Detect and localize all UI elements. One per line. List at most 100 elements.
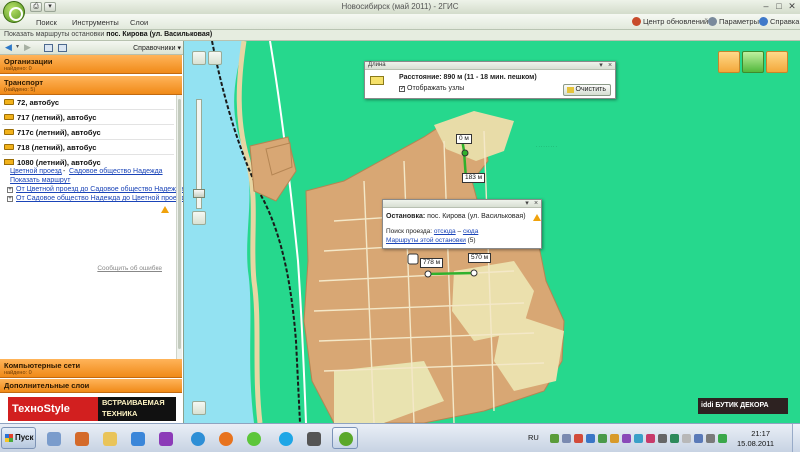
list-item[interactable]: 717 (летний), автобус (2, 110, 174, 125)
tray-icon[interactable] (646, 434, 655, 443)
to-here-link[interactable]: сюда (463, 228, 478, 235)
save-panel-icon[interactable] (58, 44, 67, 52)
help-label: Справка (770, 17, 800, 26)
tray-icon[interactable] (622, 434, 631, 443)
globe-icon (191, 432, 205, 446)
forward-arrow-icon[interactable]: ▶ (22, 43, 33, 53)
clock-date[interactable]: 15.08.2011 (737, 439, 774, 448)
map-view[interactable]: · · · · · · · · · 0 м 183 м 778 м 570 м … (184, 41, 800, 423)
stop-title-label: Остановка: (386, 213, 426, 220)
taskbar-firefox[interactable] (212, 427, 238, 449)
taskbar-explorer[interactable] (40, 427, 66, 449)
zoom-slider-thumb[interactable] (193, 189, 205, 198)
from-here-link[interactable]: отсюда (434, 228, 456, 235)
zoom-out-icon[interactable] (192, 211, 206, 225)
warning-icon[interactable] (161, 206, 169, 213)
taskbar-icq[interactable] (240, 427, 266, 449)
map-advertisement[interactable]: iddi БУТИК ДЕКОРА (698, 398, 788, 414)
route-to-link[interactable]: Садовое общество Надежда (69, 168, 163, 175)
clear-label: Очистить (575, 86, 606, 93)
taskbar: Пуск RU 21:17 15.08.2011 (0, 423, 800, 452)
menu-tools[interactable]: Инструменты (72, 18, 119, 27)
list-item[interactable]: 717с (летний), автобус (2, 125, 174, 140)
taskbar-app4[interactable] (124, 427, 150, 449)
flag-icon[interactable] (706, 434, 715, 443)
section-computer-networks[interactable]: Компьютерные сети найдено: 0 (0, 359, 182, 378)
clock-time[interactable]: 21:17 (751, 429, 770, 438)
pan-right-icon[interactable] (208, 51, 222, 65)
list-item[interactable]: 718 (летний), автобус (2, 140, 174, 155)
section-extra-layers[interactable]: Дополнительные слои (0, 379, 182, 393)
updates-center-button[interactable]: Центр обновлений (632, 17, 708, 26)
parameters-button[interactable]: Параметры (708, 17, 759, 26)
close-icon[interactable]: × (606, 62, 614, 70)
help-button[interactable]: Справка (759, 17, 799, 26)
app-logo-icon[interactable] (3, 1, 25, 23)
tray-icon[interactable] (610, 434, 619, 443)
warning-icon[interactable] (533, 214, 541, 221)
taskbar-app10[interactable] (300, 427, 326, 449)
tray-icon[interactable] (586, 434, 595, 443)
taskbar-skype[interactable] (272, 427, 298, 449)
pan-left-icon[interactable] (192, 51, 206, 65)
route-label[interactable]: 1080 (летний), автобус (17, 158, 101, 167)
eraser-icon (567, 87, 574, 93)
show-desktop-button[interactable] (792, 424, 800, 452)
start-button[interactable]: Пуск (1, 427, 36, 449)
tray-icon[interactable] (598, 434, 607, 443)
tray-icon[interactable] (574, 434, 583, 443)
left-panel: ◀ ▾ ▶ Справочники ▾ Организации найдено:… (0, 41, 184, 423)
menu-search[interactable]: Поиск (36, 18, 57, 27)
print-panel-icon[interactable] (44, 44, 53, 52)
minimize-popup-icon[interactable]: ▾ (523, 200, 531, 208)
volume-icon[interactable] (694, 434, 703, 443)
transport-count: (найдено: 5) (4, 87, 36, 93)
expand-icon[interactable]: + (7, 196, 13, 202)
fullscreen-icon[interactable] (192, 401, 206, 415)
tray-icon[interactable] (658, 434, 667, 443)
direction-1-link[interactable]: От Цветной проезд до Садовое общество На… (16, 186, 183, 193)
direction-2-link[interactable]: От Садовое общество Надежда до Цветной п… (16, 195, 183, 202)
clear-button[interactable]: Очистить (563, 84, 611, 96)
taskbar-media[interactable] (68, 427, 94, 449)
expand-icon[interactable]: + (7, 187, 13, 193)
route-label: 718 (летний), автобус (17, 143, 97, 152)
show-nodes-checkbox[interactable]: ✓ (399, 86, 405, 92)
maximize-button[interactable]: □ (773, 1, 785, 12)
taskbar-folder[interactable] (96, 427, 122, 449)
tray-icon[interactable] (562, 434, 571, 443)
language-indicator[interactable]: RU (528, 433, 539, 442)
layers-tool-icon[interactable] (766, 51, 788, 73)
tray-icon[interactable] (634, 434, 643, 443)
network-icon[interactable] (682, 434, 691, 443)
close-button[interactable]: ✕ (786, 1, 798, 12)
show-route-link[interactable]: Показать маршрут (10, 177, 70, 184)
advertisement-banner[interactable]: ТехноStyle ВСТРАИВАЕМАЯ ТЕХНИКА (0, 394, 183, 423)
minimize-button[interactable]: – (760, 1, 772, 12)
menu-layers[interactable]: Слои (130, 18, 148, 27)
taskbar-app5[interactable] (152, 427, 178, 449)
gear-icon (708, 17, 717, 26)
bus-icon (4, 144, 14, 150)
distance-label: 0 м (456, 134, 472, 144)
panel-scrollbar[interactable] (176, 95, 182, 359)
section-transport[interactable]: Транспорт (найдено: 5) (0, 76, 182, 95)
stop-routes-link[interactable]: Маршруты этой остановки (386, 237, 466, 244)
minimize-popup-icon[interactable]: ▾ (597, 62, 605, 70)
taskbar-2gis[interactable] (332, 427, 358, 449)
directories-dropdown[interactable]: Справочники ▾ (133, 44, 181, 52)
list-item[interactable]: 72, автобус (2, 95, 174, 110)
report-error-link[interactable]: Сообщить об ошибке (97, 265, 162, 272)
close-icon[interactable]: × (532, 200, 540, 208)
section-organizations[interactable]: Организации найдено: 0 (0, 55, 182, 74)
power-icon[interactable] (718, 434, 727, 443)
help-icon (759, 17, 768, 26)
tray-icon[interactable] (550, 434, 559, 443)
bus-icon (4, 129, 14, 135)
taskbar-app6[interactable] (184, 427, 210, 449)
tray-icon[interactable] (670, 434, 679, 443)
stop-title-value: пос. Кирова (ул. Васильковая) (427, 213, 526, 220)
ruler-tool-icon[interactable] (718, 51, 740, 73)
route-from-link[interactable]: Цветной проезд (10, 168, 62, 175)
compass-tool-icon[interactable] (742, 51, 764, 73)
